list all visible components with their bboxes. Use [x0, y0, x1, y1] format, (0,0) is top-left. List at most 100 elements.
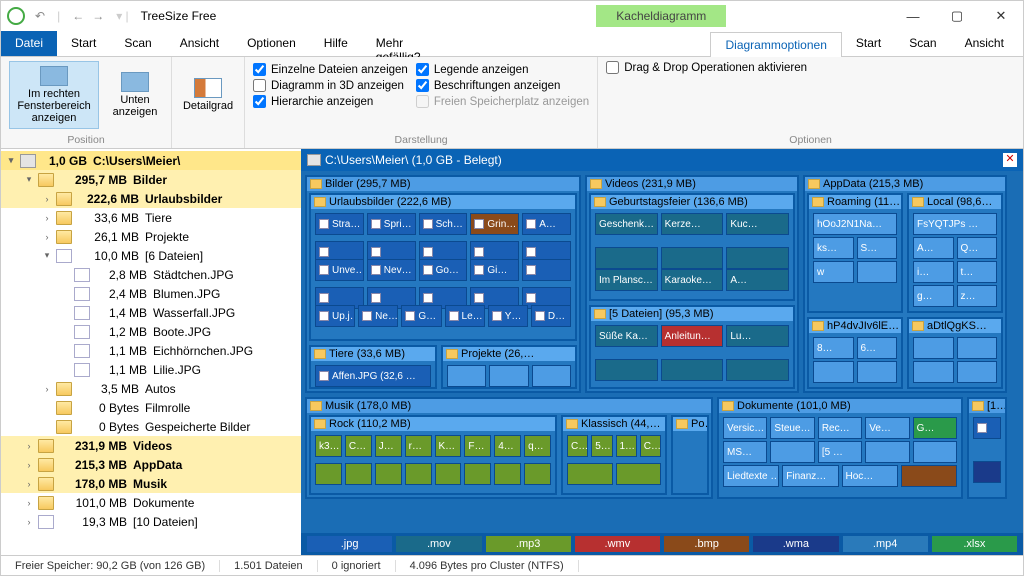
treemap-tile[interactable]: Unve… [315, 259, 364, 281]
treemap-node[interactable]: Po… [671, 415, 709, 495]
tab-mehrgefllig[interactable]: Mehr gefällig? [362, 31, 435, 56]
treemap-tile[interactable]: 1… [616, 435, 637, 457]
treemap-tile[interactable]: Go… [419, 259, 468, 281]
tree-root[interactable]: ▾ 1,0 GB C:\Users\Meier\ [1, 151, 301, 170]
treemap-node[interactable]: Roaming (11…hOoJ2N1Na…ks…S…w [807, 193, 903, 313]
tab-file[interactable]: Datei [1, 31, 57, 56]
treemap-tile[interactable] [957, 361, 998, 383]
checkbox[interactable]: Einzelne Dateien anzeigen [253, 63, 408, 76]
treemap-node[interactable]: [1… [967, 397, 1007, 499]
treemap-tile[interactable]: w [813, 261, 854, 283]
treemap-node[interactable]: [5 Dateien] (95,3 MB)Süße Ka…Anleitun…Lu… [589, 305, 795, 389]
treemap-tile[interactable]: Karaoke… [661, 269, 724, 291]
treemap-tile[interactable]: Spri… [367, 213, 416, 235]
treemap-tile[interactable]: F… [464, 435, 491, 457]
tree-row[interactable]: ▾295,7 MBBilder [1, 170, 301, 189]
checkbox[interactable]: Beschriftungen anzeigen [416, 79, 589, 92]
treemap-tile[interactable] [957, 337, 998, 359]
treemap-tile[interactable]: Steue… [770, 417, 814, 439]
treemap-tile[interactable] [913, 441, 957, 463]
treemap-tile[interactable] [857, 361, 898, 383]
treemap-tile[interactable]: ks… [813, 237, 854, 259]
tab-ansicht[interactable]: Ansicht [166, 31, 233, 56]
directory-tree[interactable]: ▾ 1,0 GB C:\Users\Meier\ ▾295,7 MBBilder… [1, 149, 301, 555]
treemap-node[interactable]: Rock (110,2 MB)k3…C…J…r…K…F…4…q… [309, 415, 557, 495]
treemap-tile[interactable]: Geschenk… [595, 213, 658, 235]
treemap-tile[interactable]: 4… [494, 435, 521, 457]
treemap-tile[interactable]: Grin… [470, 213, 519, 235]
treemap-tile[interactable]: Liedtexte … [723, 465, 779, 487]
tree-row[interactable]: 1,2 MBBoote.JPG [1, 322, 301, 341]
treemap-tile[interactable] [345, 463, 372, 485]
treemap-tile[interactable] [901, 465, 957, 487]
treemap-tile[interactable]: hOoJ2N1Na… [813, 213, 897, 235]
treemap-tile[interactable] [464, 463, 491, 485]
treemap-tile[interactable]: Kuc… [726, 213, 789, 235]
treemap-tile[interactable]: MS… [723, 441, 767, 463]
treemap-tile[interactable] [726, 359, 789, 381]
tree-row[interactable]: 0 BytesFilmrolle [1, 398, 301, 417]
tree-row[interactable]: ›26,1 MBProjekte [1, 227, 301, 246]
treemap-node[interactable]: Geburtstagsfeier (136,6 MB)Geschenk…Kerz… [589, 193, 795, 301]
treemap-node[interactable]: Dokumente (101,0 MB)Versic…Steue…Rec…Ve…… [717, 397, 963, 499]
treemap-tile[interactable]: Anleitun… [661, 325, 724, 347]
tree-row[interactable]: ›19,3 MB[10 Dateien] [1, 512, 301, 531]
treemap-tile[interactable] [865, 441, 909, 463]
treemap-tile[interactable]: q… [524, 435, 551, 457]
back-icon[interactable]: ← [72, 9, 84, 23]
show-right-pane-button[interactable]: Im rechten Fensterbereich anzeigen [9, 61, 99, 129]
treemap-tile[interactable] [532, 365, 571, 387]
tree-row[interactable]: 0 BytesGespeicherte Bilder [1, 417, 301, 436]
treemap-tile[interactable] [435, 463, 462, 485]
treemap-tile[interactable]: t… [957, 261, 998, 283]
tree-row[interactable]: ›215,3 MBAppData [1, 455, 301, 474]
treemap-tile[interactable]: Nev… [367, 259, 416, 281]
treemap-tile[interactable]: S… [857, 237, 898, 259]
treemap-tile[interactable]: [5 … [818, 441, 862, 463]
treemap-tile[interactable]: A… [913, 237, 954, 259]
treemap-node[interactable]: Tiere (33,6 MB)Affen.JPG (32,6 … [309, 345, 437, 389]
treemap[interactable]: Bilder (295,7 MB)Urlaubsbilder (222,6 MB… [301, 171, 1023, 533]
show-below-button[interactable]: Unten anzeigen [107, 61, 163, 129]
treemap-node[interactable]: Projekte (26,… [441, 345, 577, 389]
treemap-tile[interactable]: Hoc… [842, 465, 898, 487]
tab-optionen[interactable]: Optionen [233, 31, 310, 56]
treemap-tile[interactable]: C… [567, 435, 588, 457]
treemap-tile[interactable]: Finanz… [782, 465, 838, 487]
treemap-tile[interactable]: r… [405, 435, 432, 457]
treemap-tile[interactable] [616, 463, 662, 485]
treemap-tile[interactable]: k3… [315, 435, 342, 457]
tab-start[interactable]: Start [842, 31, 895, 56]
treemap-tile[interactable] [522, 259, 571, 281]
treemap-tile[interactable] [567, 463, 613, 485]
checkbox[interactable]: Legende anzeigen [416, 63, 589, 76]
treemap-tile[interactable] [770, 441, 814, 463]
detail-level-button[interactable]: Detailgrad [180, 61, 236, 129]
treemap-tile[interactable]: K… [435, 435, 462, 457]
treemap-tile[interactable]: Ne… [358, 305, 398, 327]
treemap-tile[interactable]: 5… [591, 435, 612, 457]
undo-icon[interactable]: ↶ [35, 9, 45, 23]
close-button[interactable]: ✕ [979, 1, 1023, 31]
treemap-node[interactable]: hP4dvJIv6lE…8…6… [807, 317, 903, 389]
drag-drop-checkbox[interactable]: Drag & Drop Operationen aktivieren [606, 61, 807, 74]
tab-hilfe[interactable]: Hilfe [310, 31, 362, 56]
treemap-tile[interactable]: Ve… [865, 417, 909, 439]
tab-scan[interactable]: Scan [110, 31, 165, 56]
tab-start[interactable]: Start [57, 31, 110, 56]
tree-row[interactable]: ›3,5 MBAutos [1, 379, 301, 398]
close-treemap-icon[interactable]: ✕ [1003, 153, 1017, 167]
treemap-tile[interactable]: A… [726, 269, 789, 291]
treemap-node[interactable]: Local (98,6…FsYQTJPs …A…Q…i…t…g…z… [907, 193, 1003, 313]
treemap-tile[interactable]: Versic… [723, 417, 767, 439]
treemap-tile[interactable] [489, 365, 528, 387]
tab-ansicht[interactable]: Ansicht [951, 31, 1018, 56]
treemap-tile[interactable] [726, 247, 789, 269]
tree-row[interactable]: 1,4 MBWasserfall.JPG [1, 303, 301, 322]
treemap-tile[interactable]: J… [375, 435, 402, 457]
tree-row[interactable]: ›33,6 MBTiere [1, 208, 301, 227]
treemap-tile[interactable]: C… [640, 435, 661, 457]
treemap-tile[interactable]: FsYQTJPs … [913, 213, 997, 235]
treemap-tile[interactable]: Affen.JPG (32,6 … [315, 365, 431, 387]
treemap-tile[interactable] [447, 365, 486, 387]
